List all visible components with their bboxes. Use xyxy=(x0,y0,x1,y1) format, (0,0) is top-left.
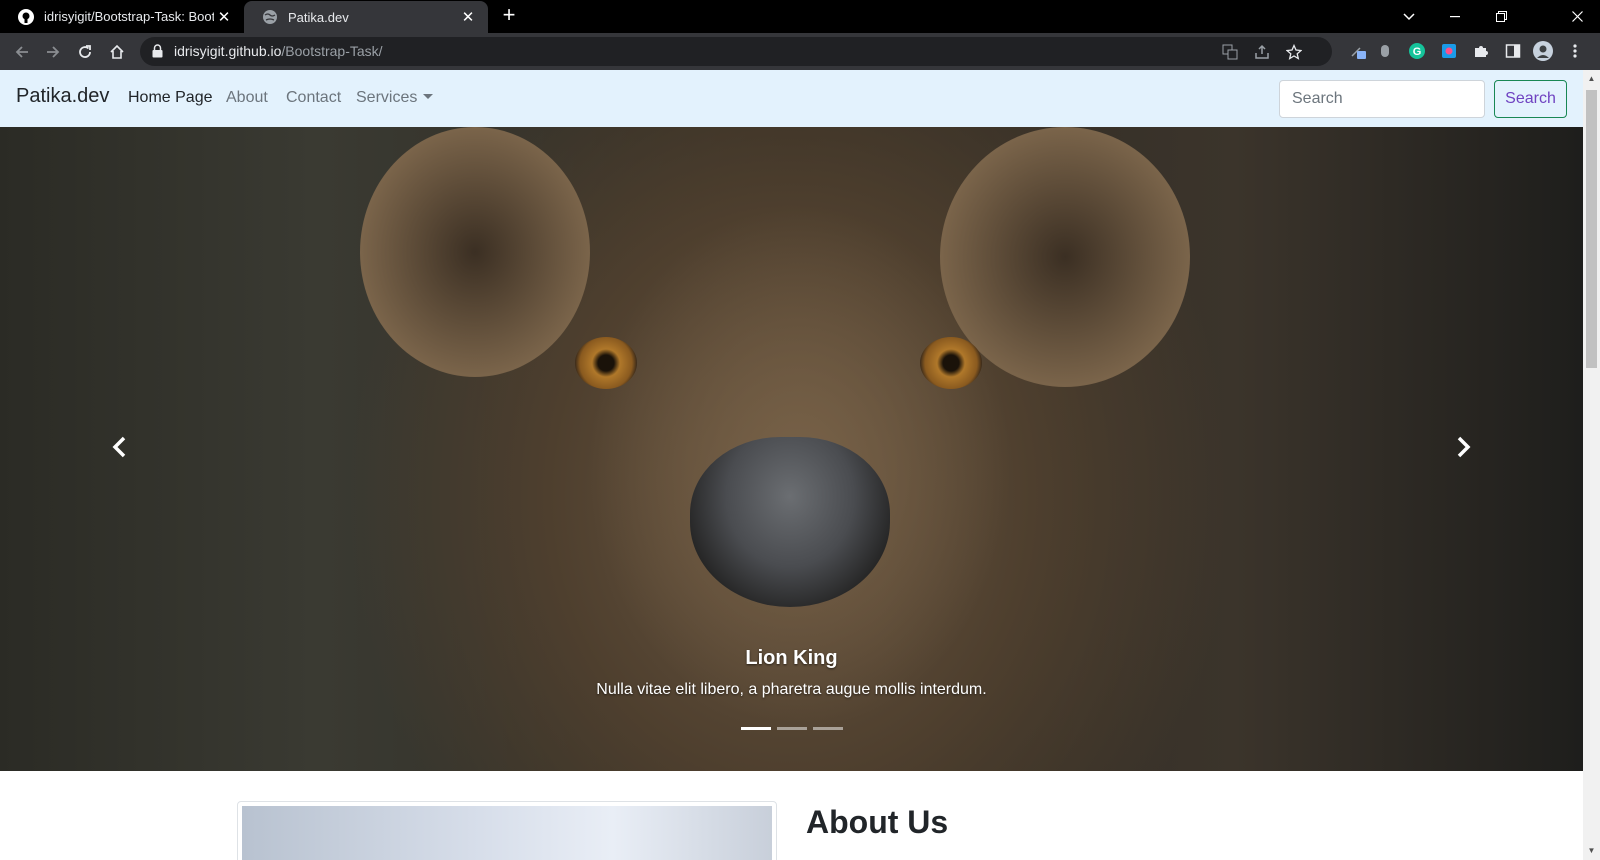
carousel-indicators xyxy=(0,727,1583,730)
carousel-image-lion xyxy=(360,127,590,377)
side-panel-icon[interactable] xyxy=(1503,41,1523,61)
tab-title: idrisyigit/Bootstrap-Task: Bootstr xyxy=(44,9,214,24)
close-icon[interactable]: ✕ xyxy=(214,7,234,27)
minimize-button[interactable] xyxy=(1432,0,1478,33)
carousel-indicator-1[interactable] xyxy=(740,727,771,730)
chevron-right-icon xyxy=(1457,436,1471,458)
extension-camera-icon[interactable] xyxy=(1439,41,1459,61)
globe-icon xyxy=(262,9,278,25)
chevron-left-icon xyxy=(112,436,126,458)
share-icon[interactable] xyxy=(1252,42,1272,62)
address-bar[interactable]: idrisyigit.github.io/Bootstrap-Task/ xyxy=(140,37,1332,66)
carousel-image-part xyxy=(940,127,1190,387)
webpage: Patika.dev Home Page About Contact Servi… xyxy=(0,70,1583,860)
nav-link-contact[interactable]: Contact xyxy=(286,89,341,107)
lock-icon[interactable] xyxy=(152,44,163,63)
extensions-puzzle-icon[interactable] xyxy=(1471,41,1491,61)
navbar-brand[interactable]: Patika.dev xyxy=(16,85,109,108)
close-window-button[interactable] xyxy=(1554,0,1600,33)
nav-link-services-dropdown[interactable]: Services xyxy=(356,89,434,107)
carousel-image-part xyxy=(920,337,982,389)
carousel-caption-text: Nulla vitae elit libero, a pharetra augu… xyxy=(596,681,987,698)
profile-avatar[interactable] xyxy=(1533,41,1553,61)
back-icon[interactable] xyxy=(10,40,34,64)
reload-icon[interactable] xyxy=(73,40,97,64)
carousel-image-part xyxy=(575,337,637,389)
search-input[interactable] xyxy=(1279,80,1485,118)
close-icon[interactable]: ✕ xyxy=(458,7,478,27)
site-navbar: Patika.dev Home Page About Contact Servi… xyxy=(0,70,1583,127)
nav-link-services-label: Services xyxy=(356,89,418,106)
caret-down-icon xyxy=(423,94,434,99)
about-image-content xyxy=(242,806,772,860)
about-image xyxy=(237,801,777,860)
tab-github[interactable]: idrisyigit/Bootstrap-Task: Bootstr ✕ xyxy=(0,0,244,33)
browser-toolbar: idrisyigit.github.io/Bootstrap-Task/ G xyxy=(0,33,1600,70)
scrollbar-thumb[interactable] xyxy=(1586,90,1597,368)
url-text: idrisyigit.github.io/Bootstrap-Task/ xyxy=(174,43,383,59)
carousel-next-button[interactable] xyxy=(1443,427,1483,467)
extension-mouse-icon[interactable] xyxy=(1375,41,1395,61)
carousel-prev-button[interactable] xyxy=(100,427,140,467)
github-icon xyxy=(18,8,34,25)
tab-title: Patika.dev xyxy=(288,9,349,25)
bookmark-star-icon[interactable] xyxy=(1284,42,1304,62)
new-tab-button[interactable]: + xyxy=(498,4,520,27)
grammarly-icon[interactable]: G xyxy=(1407,41,1427,61)
translate-icon[interactable] xyxy=(1220,42,1240,62)
nav-link-home[interactable]: Home Page xyxy=(128,89,213,107)
page-scrollbar[interactable]: ▲ ▼ xyxy=(1583,70,1600,860)
home-icon[interactable] xyxy=(105,40,129,64)
carousel-image-part xyxy=(690,437,890,607)
about-heading: About Us xyxy=(806,804,949,840)
restore-button[interactable] xyxy=(1478,0,1524,33)
tab-search-icon[interactable] xyxy=(1386,0,1432,33)
url-host: idrisyigit.github.io xyxy=(174,43,282,59)
browser-tab-strip: idrisyigit/Bootstrap-Task: Bootstr ✕ Pat… xyxy=(0,0,1600,33)
forward-icon[interactable] xyxy=(41,40,65,64)
tab-patika[interactable]: Patika.dev ✕ xyxy=(244,1,488,33)
carousel-indicator-3[interactable] xyxy=(812,727,843,730)
scroll-up-icon[interactable]: ▲ xyxy=(1587,74,1596,83)
carousel-caption-title: Lion King xyxy=(745,647,838,669)
extension-pen-icon[interactable] xyxy=(1348,41,1368,61)
menu-kebab-icon[interactable] xyxy=(1565,41,1585,61)
carousel-indicator-2[interactable] xyxy=(776,727,807,730)
nav-link-about[interactable]: About xyxy=(226,89,268,107)
search-button[interactable]: Search xyxy=(1494,80,1567,118)
svg-text:G: G xyxy=(1413,46,1422,58)
hero-carousel: Lion King Nulla vitae elit libero, a pha… xyxy=(0,127,1583,771)
scroll-down-icon[interactable]: ▼ xyxy=(1587,846,1596,855)
url-path: /Bootstrap-Task/ xyxy=(281,43,383,59)
